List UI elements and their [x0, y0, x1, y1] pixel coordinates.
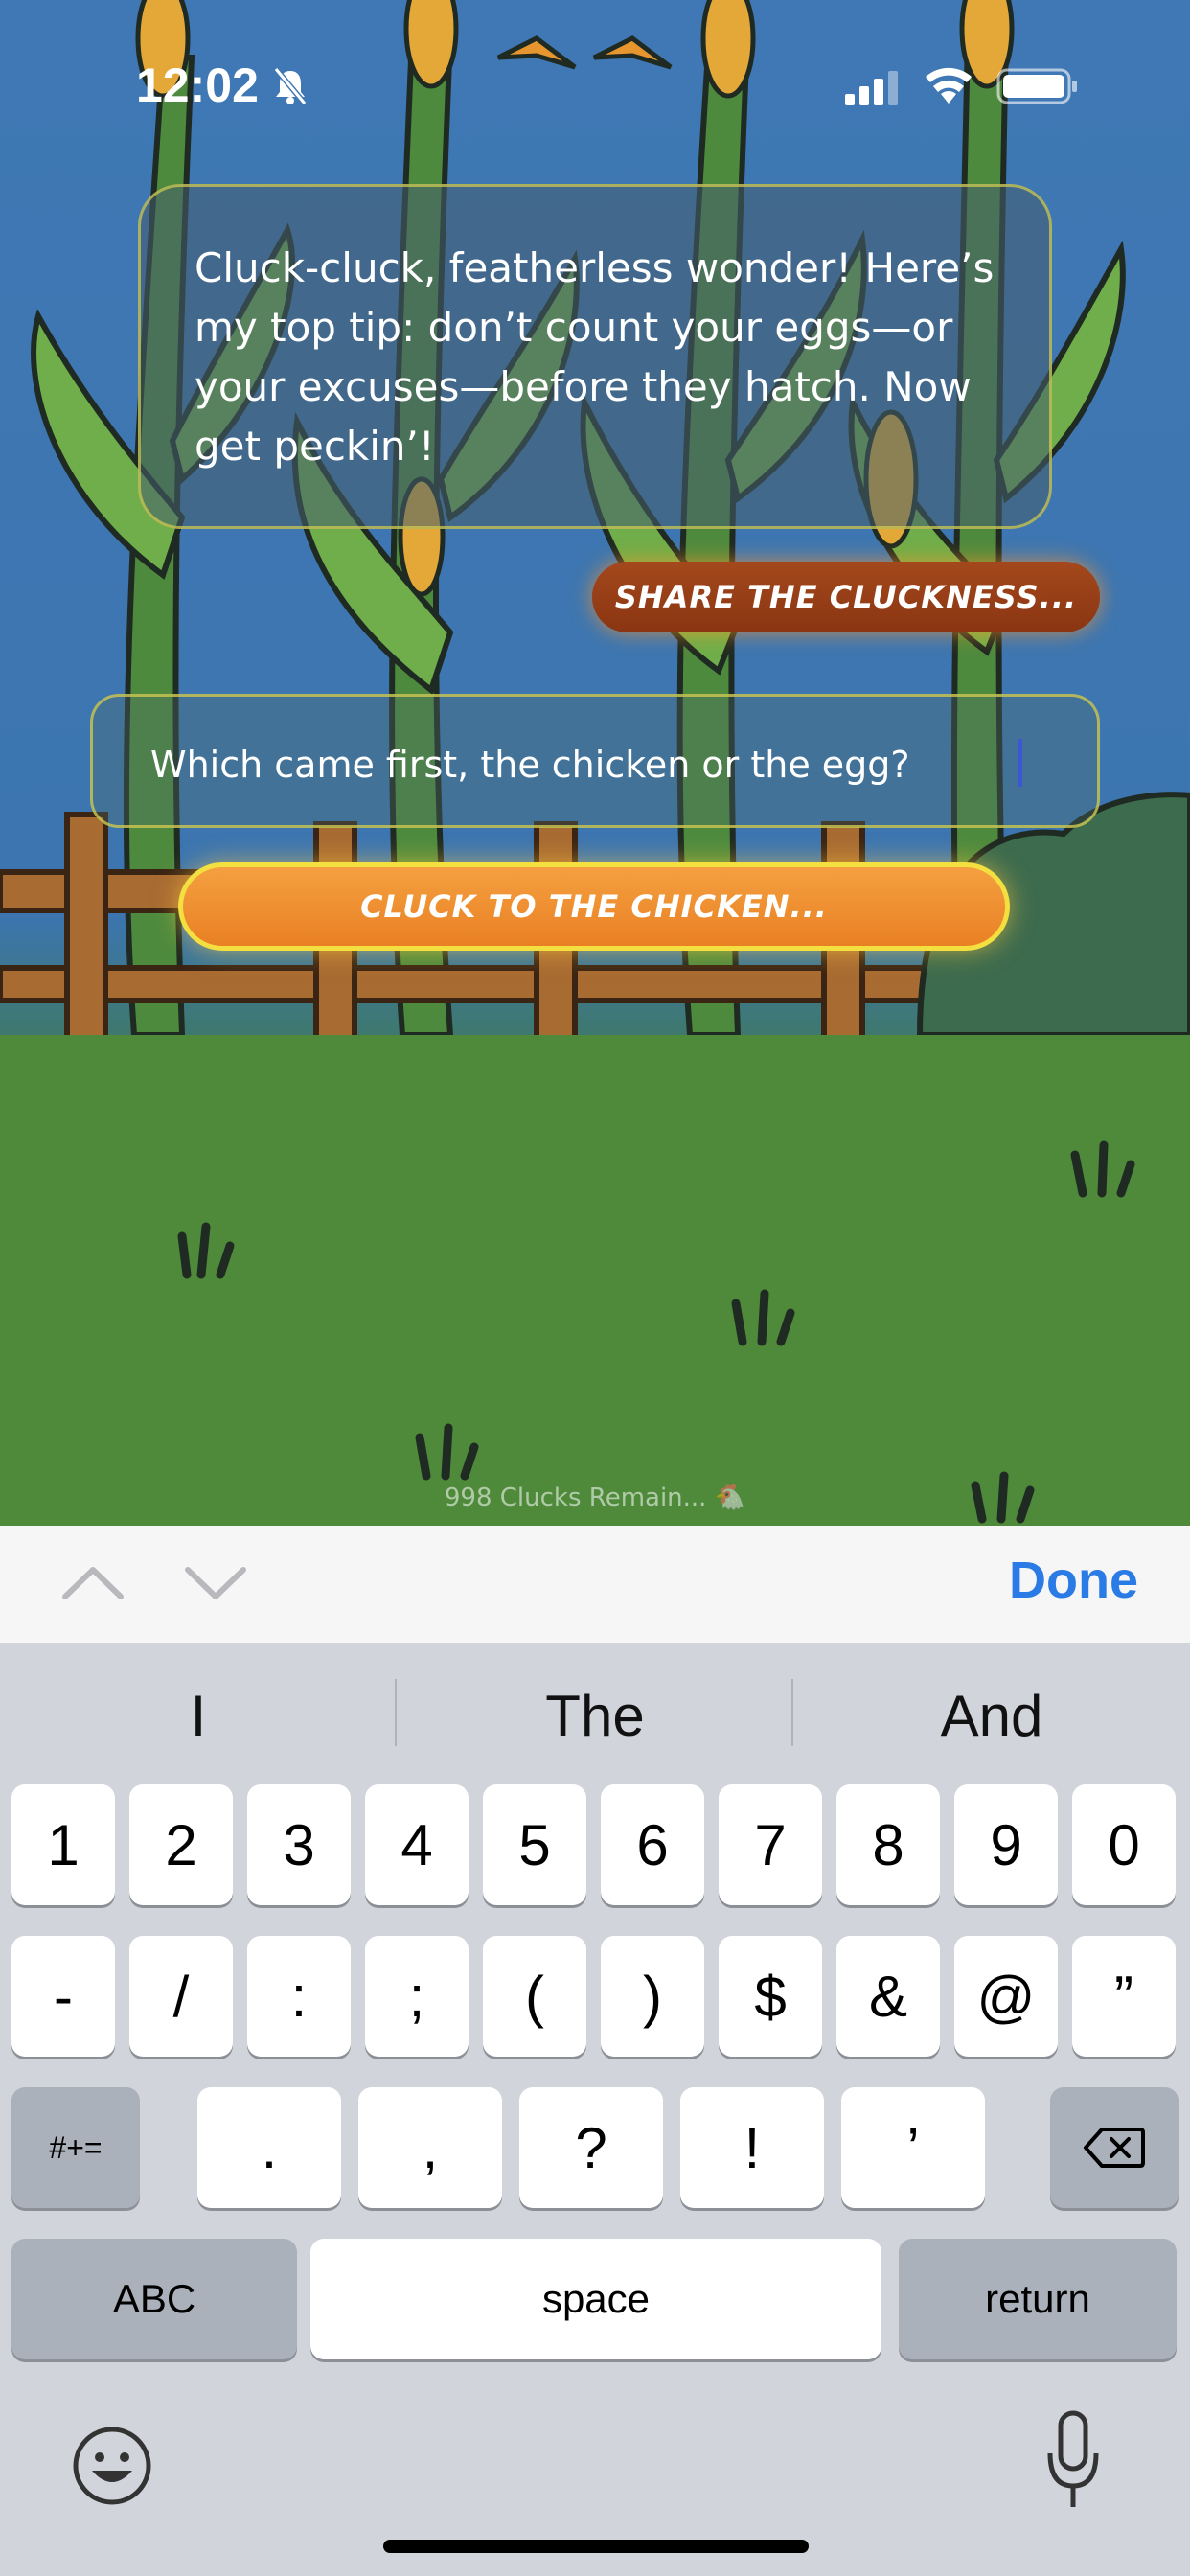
key-dollar[interactable]: $ — [719, 1936, 822, 2057]
done-button[interactable]: Done — [1009, 1551, 1138, 1610]
key-semicolon[interactable]: ; — [365, 1936, 469, 2057]
key-1[interactable]: 1 — [11, 1784, 115, 1905]
key-7[interactable]: 7 — [719, 1784, 822, 1905]
chevron-up-icon[interactable] — [59, 1554, 126, 1612]
key-hyphen[interactable]: - — [11, 1936, 115, 2057]
chicken-reply-bubble: Cluck-cluck, featherless wonder! Here’s … — [138, 184, 1052, 529]
return-key[interactable]: return — [899, 2239, 1177, 2359]
symbols-key[interactable]: #+= — [11, 2087, 140, 2208]
key-at[interactable]: @ — [954, 1936, 1058, 2057]
clucks-remaining: 998 Clucks Remain... 🐔 — [444, 1484, 746, 1512]
key-close-paren[interactable]: ) — [601, 1936, 704, 2057]
key-quote[interactable]: ” — [1072, 1936, 1176, 2057]
bell-slash-icon — [273, 67, 308, 105]
key-ampersand[interactable]: & — [836, 1936, 940, 2057]
chicken-reply-text: Cluck-cluck, featherless wonder! Here’s … — [195, 244, 995, 470]
delete-key[interactable] — [1050, 2087, 1179, 2208]
share-button[interactable]: Share the Cluckness... — [592, 562, 1100, 632]
suggestion-2[interactable]: The — [397, 1668, 793, 1763]
key-period[interactable]: . — [197, 2087, 341, 2208]
key-apostrophe[interactable]: ’ — [841, 2087, 985, 2208]
key-2[interactable]: 2 — [129, 1784, 233, 1905]
suggestion-3[interactable]: And — [793, 1668, 1190, 1763]
key-0[interactable]: 0 — [1072, 1784, 1176, 1905]
key-3[interactable]: 3 — [247, 1784, 351, 1905]
key-9[interactable]: 9 — [954, 1784, 1058, 1905]
suggestion-1[interactable]: I — [0, 1668, 397, 1763]
key-4[interactable]: 4 — [365, 1784, 469, 1905]
microphone-icon[interactable] — [1044, 2407, 1102, 2513]
abc-key[interactable]: ABC — [11, 2239, 297, 2359]
battery-icon — [996, 68, 1077, 104]
key-8[interactable]: 8 — [836, 1784, 940, 1905]
key-open-paren[interactable]: ( — [483, 1936, 586, 2057]
space-bar[interactable]: space — [310, 2239, 881, 2359]
status-time: 12:02 — [136, 58, 259, 112]
status-bar: 12:02 — [0, 0, 1190, 172]
question-input[interactable] — [149, 737, 1053, 793]
home-indicator — [383, 2540, 809, 2553]
key-6[interactable]: 6 — [601, 1784, 704, 1905]
keyboard-toolbar: Done — [0, 1526, 1190, 1644]
ask-chicken-button[interactable]: Cluck to the Chicken... — [178, 862, 1010, 951]
backspace-icon — [1084, 2128, 1145, 2168]
key-5[interactable]: 5 — [483, 1784, 586, 1905]
wifi-icon — [926, 67, 972, 104]
keyboard: I The And 1 2 3 4 5 6 7 8 9 0 - / : ; ( … — [0, 1643, 1190, 2576]
key-colon[interactable]: : — [247, 1936, 351, 2057]
chevron-down-icon[interactable] — [182, 1554, 249, 1612]
signal-icon — [845, 71, 898, 105]
key-slash[interactable]: / — [129, 1936, 233, 2057]
question-field[interactable] — [90, 694, 1100, 828]
emoji-icon[interactable] — [71, 2425, 153, 2507]
key-exclamation[interactable]: ! — [680, 2087, 824, 2208]
key-comma[interactable]: , — [358, 2087, 502, 2208]
key-question[interactable]: ? — [519, 2087, 663, 2208]
text-caret — [1018, 739, 1022, 787]
